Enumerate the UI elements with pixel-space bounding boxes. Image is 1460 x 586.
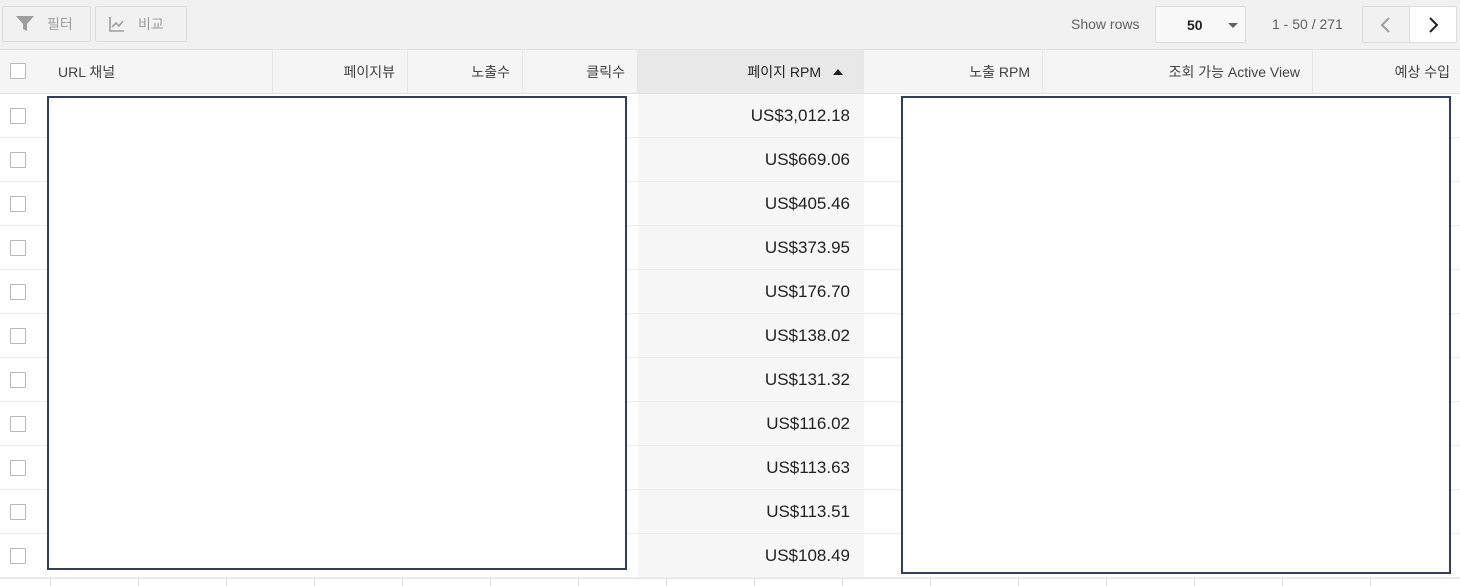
page-rpm-cell: US$405.46 — [638, 182, 864, 225]
page-rpm-cell: US$373.95 — [638, 226, 864, 269]
line-chart-icon — [109, 17, 124, 32]
redacted-region-right — [901, 96, 1451, 574]
column-divider — [402, 579, 403, 586]
row-checkbox[interactable] — [10, 152, 26, 168]
sort-ascending-icon — [833, 68, 843, 75]
row-checkbox[interactable] — [10, 328, 26, 344]
filter-label: 필터 — [47, 16, 73, 32]
column-header-page-views[interactable]: 페이지뷰 — [273, 50, 408, 93]
column-label: 클릭수 — [586, 63, 625, 80]
show-rows-label: Show rows — [1071, 16, 1140, 32]
page-rpm-cell: US$113.51 — [638, 490, 864, 533]
rows-per-page-select[interactable]: 50 — [1155, 6, 1246, 43]
column-header-impressions[interactable]: 노출수 — [408, 50, 523, 93]
column-header-page-rpm[interactable]: 페이지 RPM — [638, 50, 864, 93]
column-label: 페이지뷰 — [343, 63, 395, 80]
page-rpm-cell: US$108.49 — [638, 534, 864, 577]
rows-per-page-value: 50 — [1187, 17, 1203, 33]
row-checkbox[interactable] — [10, 460, 26, 476]
compare-button[interactable]: 비교 — [95, 6, 187, 42]
column-divider — [50, 579, 51, 586]
column-label: 조회 가능 Active View — [1168, 63, 1300, 80]
chevron-down-icon — [1228, 23, 1238, 28]
row-checkbox[interactable] — [10, 240, 26, 256]
row-checkbox[interactable] — [10, 196, 26, 212]
row-checkbox[interactable] — [10, 504, 26, 520]
row-checkbox[interactable] — [10, 548, 26, 564]
filter-icon — [16, 16, 34, 31]
column-label: 노출 RPM — [969, 63, 1030, 80]
column-divider — [490, 579, 491, 586]
page-rpm-cell: US$138.02 — [638, 314, 864, 357]
chevron-left-icon — [1380, 16, 1390, 33]
column-label: 노출수 — [471, 63, 510, 80]
column-header-impression-rpm[interactable]: 노출 RPM — [864, 50, 1043, 93]
select-all-checkbox[interactable] — [10, 63, 26, 79]
compare-label: 비교 — [138, 16, 164, 32]
row-checkbox[interactable] — [10, 108, 26, 124]
column-label: URL 채널 — [58, 63, 116, 80]
previous-page-button[interactable] — [1362, 6, 1410, 43]
table-header: URL 채널 페이지뷰 노출수 클릭수 페이지 RPM 노출 RPM 조회 가능… — [0, 50, 1460, 94]
column-divider — [578, 579, 579, 586]
row-checkbox[interactable] — [10, 284, 26, 300]
column-divider — [1106, 579, 1107, 586]
column-label: 페이지 RPM — [747, 63, 821, 80]
column-divider — [138, 579, 139, 586]
redacted-region-left — [47, 96, 627, 570]
column-divider — [226, 579, 227, 586]
column-divider — [314, 579, 315, 586]
column-divider — [842, 579, 843, 586]
filter-button[interactable]: 필터 — [2, 6, 91, 42]
column-divider — [1282, 579, 1283, 586]
column-header-active-view[interactable]: 조회 가능 Active View — [1043, 50, 1313, 93]
column-divider — [1194, 579, 1195, 586]
report-toolbar: 필터 비교 Show rows 50 1 - 50 / 271 — [0, 0, 1460, 50]
next-page-button[interactable] — [1409, 6, 1457, 43]
page-rpm-cell: US$176.70 — [638, 270, 864, 313]
column-divider — [754, 579, 755, 586]
column-divider — [1018, 579, 1019, 586]
column-divider — [1370, 579, 1371, 586]
column-header-clicks[interactable]: 클릭수 — [523, 50, 638, 93]
page-rpm-cell: US$131.32 — [638, 358, 864, 401]
page-rpm-cell: US$116.02 — [638, 402, 864, 445]
column-header-estimated-earnings[interactable]: 예상 수입 — [1313, 50, 1460, 93]
column-label: 예상 수입 — [1394, 63, 1450, 80]
page-rpm-cell: US$113.63 — [638, 446, 864, 489]
column-header-url-channel[interactable]: URL 채널 — [46, 50, 273, 93]
column-divider — [930, 579, 931, 586]
pagination-range: 1 - 50 / 271 — [1272, 16, 1343, 32]
chevron-right-icon — [1429, 16, 1439, 33]
column-divider — [666, 579, 667, 586]
page-rpm-cell: US$669.06 — [638, 138, 864, 181]
row-checkbox[interactable] — [10, 416, 26, 432]
row-checkbox[interactable] — [10, 372, 26, 388]
page-rpm-cell: US$3,012.18 — [638, 94, 864, 137]
table-bottom-edge — [0, 578, 1460, 586]
